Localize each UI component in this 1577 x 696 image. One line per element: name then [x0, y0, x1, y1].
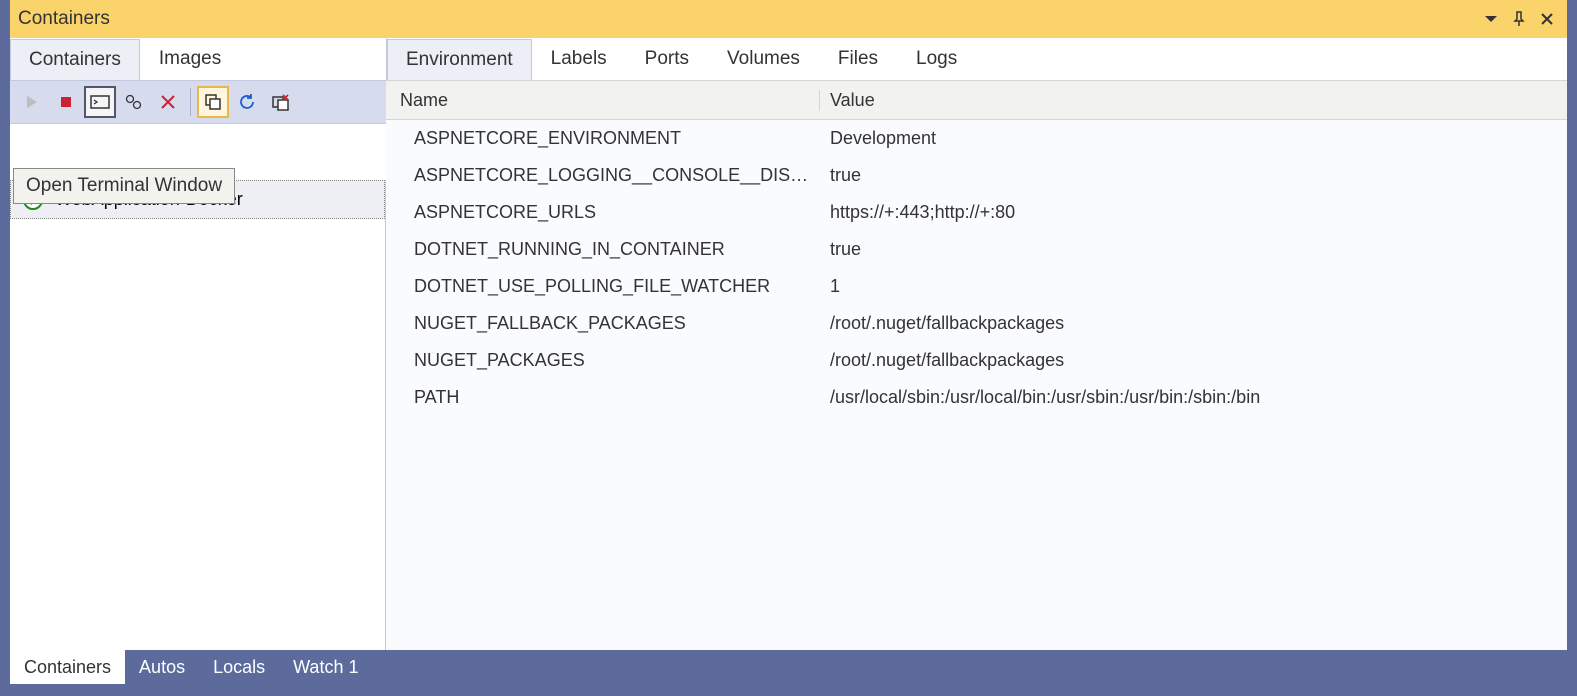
env-name: ASPNETCORE_URLS	[386, 202, 820, 223]
tab-logs[interactable]: Logs	[897, 38, 976, 80]
tab-label: Autos	[139, 657, 185, 678]
env-row[interactable]: DOTNET_RUNNING_IN_CONTAINERtrue	[386, 231, 1567, 268]
tab-label: Containers	[29, 49, 121, 70]
tooltip-text: Open Terminal Window	[26, 175, 222, 196]
copy-button[interactable]	[197, 86, 229, 118]
env-row[interactable]: PATH/usr/local/sbin:/usr/local/bin:/usr/…	[386, 379, 1567, 416]
tab-environment[interactable]: Environment	[387, 39, 532, 80]
env-value: /root/.nuget/fallbackpackages	[820, 313, 1567, 334]
tab-ports[interactable]: Ports	[626, 38, 708, 80]
grid-body: ASPNETCORE_ENVIRONMENTDevelopmentASPNETC…	[386, 120, 1567, 650]
titlebar: Containers	[10, 0, 1567, 38]
env-value: Development	[820, 128, 1567, 149]
env-row[interactable]: NUGET_FALLBACK_PACKAGES/root/.nuget/fall…	[386, 305, 1567, 342]
env-value: true	[820, 165, 1567, 186]
env-name: ASPNETCORE_ENVIRONMENT	[386, 128, 820, 149]
panel-title: Containers	[18, 8, 1475, 30]
prune-button[interactable]	[265, 86, 297, 118]
env-value: /usr/local/sbin:/usr/local/bin:/usr/sbin…	[820, 387, 1567, 408]
env-value: /root/.nuget/fallbackpackages	[820, 350, 1567, 371]
env-name: ASPNETCORE_LOGGING__CONSOLE__DISA…	[386, 165, 820, 186]
env-name: DOTNET_USE_POLLING_FILE_WATCHER	[386, 276, 820, 297]
tab-label: Volumes	[727, 48, 800, 69]
tab-label: Locals	[213, 657, 265, 678]
settings-button[interactable]	[118, 86, 150, 118]
pin-icon[interactable]	[1507, 7, 1531, 31]
env-row[interactable]: NUGET_PACKAGES/root/.nuget/fallbackpacka…	[386, 342, 1567, 379]
toolbar-separator	[190, 88, 191, 116]
env-row[interactable]: DOTNET_USE_POLLING_FILE_WATCHER1	[386, 268, 1567, 305]
bottom-tab-watch1[interactable]: Watch 1	[279, 650, 372, 684]
tab-label: Labels	[551, 48, 607, 69]
right-panel: Environment Labels Ports Volumes Files L…	[386, 38, 1567, 650]
window-options-icon[interactable]	[1479, 7, 1503, 31]
tab-label: Ports	[645, 48, 689, 69]
bottom-tab-autos[interactable]: Autos	[125, 650, 199, 684]
tab-label: Containers	[24, 657, 111, 678]
env-name: PATH	[386, 387, 820, 408]
delete-button[interactable]	[152, 86, 184, 118]
main-area: Containers Images	[10, 38, 1567, 650]
col-header-name[interactable]: Name	[386, 90, 820, 111]
container-list: WebApplication-Docker	[10, 180, 386, 650]
bottom-tab-containers[interactable]: Containers	[10, 650, 125, 684]
env-name: DOTNET_RUNNING_IN_CONTAINER	[386, 239, 820, 260]
env-row[interactable]: ASPNETCORE_LOGGING__CONSOLE__DISA…true	[386, 157, 1567, 194]
tab-labels[interactable]: Labels	[532, 38, 626, 80]
env-value: 1	[820, 276, 1567, 297]
bottom-tabs: Containers Autos Locals Watch 1	[10, 650, 1567, 684]
bottom-tab-locals[interactable]: Locals	[199, 650, 279, 684]
env-name: NUGET_FALLBACK_PACKAGES	[386, 313, 820, 334]
env-value: https://+:443;http://+:80	[820, 202, 1567, 223]
env-name: NUGET_PACKAGES	[386, 350, 820, 371]
tab-label: Watch 1	[293, 657, 358, 678]
tab-images[interactable]: Images	[140, 38, 240, 80]
terminal-button[interactable]	[84, 86, 116, 118]
tab-label: Images	[159, 48, 221, 69]
close-icon[interactable]	[1535, 7, 1559, 31]
stop-button[interactable]	[50, 86, 82, 118]
tab-label: Files	[838, 48, 878, 69]
tab-label: Logs	[916, 48, 957, 69]
col-header-value[interactable]: Value	[820, 90, 1545, 111]
env-row[interactable]: ASPNETCORE_ENVIRONMENTDevelopment	[386, 120, 1567, 157]
env-row[interactable]: ASPNETCORE_URLShttps://+:443;http://+:80	[386, 194, 1567, 231]
tab-volumes[interactable]: Volumes	[708, 38, 819, 80]
tab-containers[interactable]: Containers	[10, 39, 140, 80]
start-button[interactable]	[16, 86, 48, 118]
detail-tabs: Environment Labels Ports Volumes Files L…	[386, 38, 1567, 80]
toolbar	[10, 80, 386, 124]
grid-header: Name Value	[386, 80, 1567, 120]
left-panel: Containers Images	[10, 38, 386, 650]
env-value: true	[820, 239, 1567, 260]
tooltip: Open Terminal Window	[13, 168, 235, 204]
refresh-button[interactable]	[231, 86, 263, 118]
left-tabs: Containers Images	[10, 38, 386, 80]
tab-label: Environment	[406, 49, 513, 70]
tab-files[interactable]: Files	[819, 38, 897, 80]
